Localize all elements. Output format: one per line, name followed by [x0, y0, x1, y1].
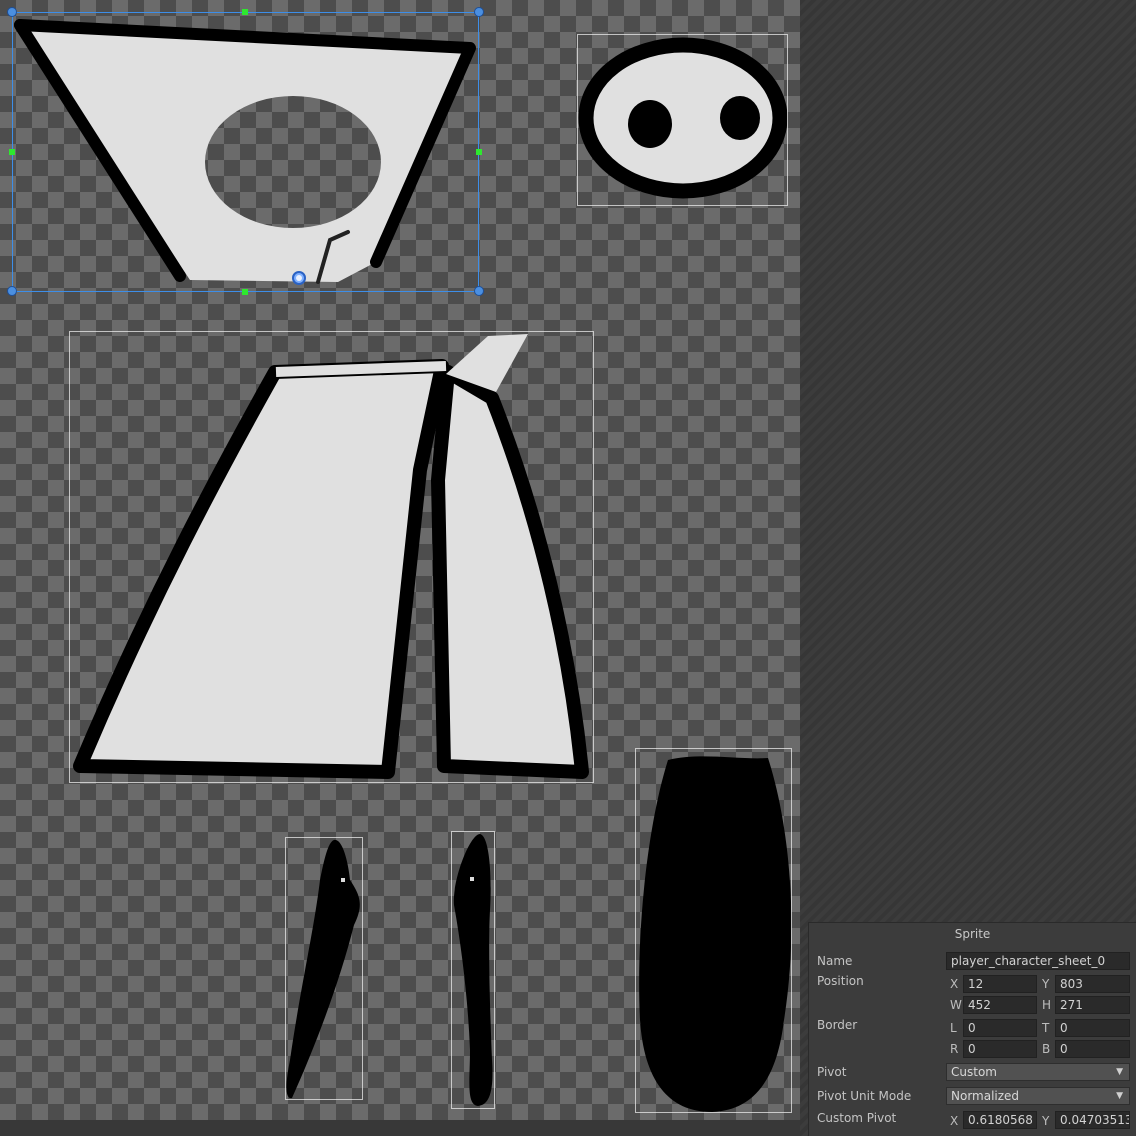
resize-handle-bottom[interactable]	[242, 289, 248, 295]
pivot-unit-mode-value: Normalized	[951, 1089, 1020, 1103]
resize-handle-top-right[interactable]	[474, 7, 484, 17]
sprite-slice-rect-torso[interactable]	[635, 748, 792, 1113]
custom-pivot-y-field[interactable]: 0.04703513	[1055, 1111, 1130, 1129]
canvas-bottom-bar	[0, 1120, 800, 1136]
border-b-field[interactable]: 0	[1055, 1040, 1130, 1058]
resize-handle-bottom-right[interactable]	[474, 286, 484, 296]
resize-handle-top[interactable]	[242, 9, 248, 15]
border-l-field[interactable]: 0	[963, 1019, 1037, 1037]
border-r-field[interactable]: 0	[963, 1040, 1037, 1058]
pivot-label: Pivot	[817, 1065, 847, 1079]
position-h-field[interactable]: 271	[1055, 996, 1130, 1014]
name-field[interactable]: player_character_sheet_0	[946, 952, 1130, 970]
pivot-handle-icon[interactable]	[292, 271, 306, 285]
name-label: Name	[817, 954, 853, 968]
chevron-down-icon: ▼	[1116, 1067, 1123, 1077]
position-x-field[interactable]: 12	[963, 975, 1037, 993]
custom-pivot-x-label: X	[950, 1114, 959, 1128]
resize-handle-right[interactable]	[476, 149, 482, 155]
resize-handle-left[interactable]	[9, 149, 15, 155]
sprite-slice-rect-face[interactable]	[577, 34, 788, 206]
panel-title: Sprite	[954, 927, 991, 941]
position-w-label: W	[950, 998, 962, 1012]
sprite-slice-rect-body[interactable]	[69, 331, 594, 783]
border-r-label: R	[950, 1042, 959, 1056]
position-y-field[interactable]: 803	[1055, 975, 1130, 993]
position-h-label: H	[1042, 998, 1052, 1012]
pivot-dropdown-value: Custom	[951, 1065, 997, 1079]
border-l-label: L	[950, 1021, 957, 1035]
sprite-slice-rect-leg-left[interactable]	[285, 837, 363, 1100]
pivot-unit-mode-label: Pivot Unit Mode	[817, 1089, 912, 1103]
border-t-label: T	[1042, 1021, 1050, 1035]
custom-pivot-y-label: Y	[1042, 1114, 1050, 1128]
sprite-texture-canvas[interactable]	[0, 0, 800, 1120]
border-b-label: B	[1042, 1042, 1051, 1056]
sprite-inspector-panel: Sprite Name player_character_sheet_0 Pos…	[808, 922, 1136, 1136]
chevron-down-icon: ▼	[1116, 1091, 1123, 1101]
pivot-unit-mode-dropdown[interactable]: Normalized ▼	[946, 1087, 1130, 1105]
position-y-label: Y	[1042, 977, 1050, 991]
border-t-field[interactable]: 0	[1055, 1019, 1130, 1037]
selected-sprite-rect[interactable]	[12, 12, 479, 292]
resize-handle-top-left[interactable]	[7, 7, 17, 17]
pivot-dropdown[interactable]: Custom ▼	[946, 1063, 1130, 1081]
border-label: Border	[817, 1018, 858, 1032]
resize-handle-bottom-left[interactable]	[7, 286, 17, 296]
position-label: Position	[817, 974, 864, 988]
position-x-label: X	[950, 977, 959, 991]
custom-pivot-x-field[interactable]: 0.6180568	[963, 1111, 1037, 1129]
custom-pivot-label: Custom Pivot	[817, 1111, 897, 1125]
position-w-field[interactable]: 452	[963, 996, 1037, 1014]
sprite-slice-rect-leg-right[interactable]	[451, 831, 495, 1109]
